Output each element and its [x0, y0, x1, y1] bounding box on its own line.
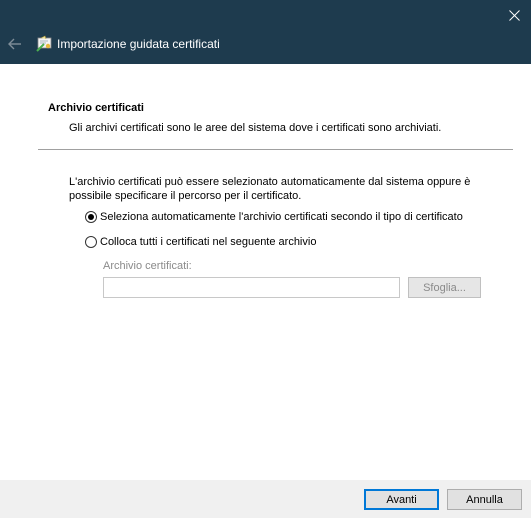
- back-button[interactable]: [5, 35, 25, 53]
- radio-place-in-store[interactable]: Colloca tutti i certificati nel seguente…: [85, 236, 316, 248]
- certificate-import-wizard-window: Importazione guidata certificati Archivi…: [0, 0, 531, 518]
- header-separator: [38, 149, 513, 150]
- certificate-wizard-icon: [36, 35, 52, 52]
- radio-button-unchecked[interactable]: [85, 236, 97, 248]
- next-button[interactable]: Avanti: [364, 489, 439, 510]
- radio-button-checked[interactable]: [85, 211, 97, 223]
- close-icon: [508, 9, 520, 21]
- cancel-button[interactable]: Annulla: [447, 489, 522, 510]
- back-arrow-icon: [8, 38, 21, 50]
- radio-auto-select-label: Seleziona automaticamente l'archivio cer…: [100, 211, 463, 223]
- section-title: Archivio certificati: [48, 102, 144, 114]
- wizard-title: Importazione guidata certificati: [57, 37, 220, 51]
- close-button[interactable]: [497, 0, 531, 30]
- radio-place-in-store-label: Colloca tutti i certificati nel seguente…: [100, 236, 317, 248]
- info-text: L'archivio certificati può essere selezi…: [69, 176, 471, 202]
- radio-auto-select-store[interactable]: Seleziona automaticamente l'archivio cer…: [85, 211, 463, 223]
- browse-button[interactable]: Sfoglia...: [408, 277, 481, 298]
- title-bar: Importazione guidata certificati: [0, 0, 531, 64]
- certificate-store-field[interactable]: [103, 277, 400, 298]
- certificate-store-label: Archivio certificati:: [103, 260, 192, 272]
- section-description: Gli archivi certificati sono le aree del…: [69, 122, 442, 134]
